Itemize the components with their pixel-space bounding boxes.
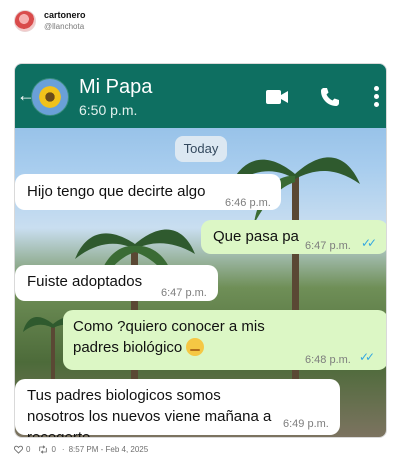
author-handle[interactable]: @llanchota — [44, 21, 86, 32]
chat-header: ← Mi Papa 6:50 p.m. — [15, 64, 386, 128]
message-outgoing[interactable]: Que pasa pa 6:47 p.m. ✓✓ — [201, 220, 386, 254]
tweet-footer: 0 0 · 8:57 PM - Feb 4, 2025 — [14, 445, 152, 454]
contact-avatar[interactable] — [31, 78, 69, 116]
phone-call-icon[interactable] — [320, 87, 340, 107]
message-time: 6:46 p.m. — [225, 197, 271, 209]
heart-icon[interactable] — [14, 445, 23, 454]
message-time: 6:47 p.m. — [161, 287, 207, 299]
retweet-count: 0 — [51, 445, 56, 454]
separator: · — [61, 445, 65, 454]
date-separator: Today — [175, 136, 227, 162]
sad-face-emoji-icon — [186, 338, 205, 357]
palm-tree-image — [75, 229, 195, 404]
contact-last-seen: 6:50 p.m. — [79, 102, 138, 118]
tweet-timestamp[interactable]: 8:57 PM - Feb 4, 2025 — [69, 445, 149, 454]
message-time: 6:49 p.m. — [283, 418, 329, 430]
avatar[interactable] — [14, 10, 36, 32]
message-text-content: Como ?quiero conocer a mis padres biológ… — [73, 318, 265, 356]
author-name[interactable]: cartonero — [44, 10, 86, 21]
message-text: Tus padres biologicos somos nosotros los… — [27, 387, 272, 438]
message-time: 6:48 p.m. — [305, 354, 351, 366]
retweet-icon[interactable] — [38, 445, 48, 454]
like-count: 0 — [26, 445, 31, 454]
contact-name[interactable]: Mi Papa — [79, 76, 152, 99]
message-outgoing[interactable]: Como ?quiero conocer a mis padres biológ… — [63, 310, 386, 370]
message-incoming[interactable]: Fuiste adoptados 6:47 p.m. — [15, 265, 218, 301]
author-block: cartonero @llanchota — [44, 10, 86, 32]
message-incoming[interactable]: Tus padres biologicos somos nosotros los… — [15, 379, 340, 438]
message-incoming[interactable]: Hijo tengo que decirte algo 6:46 p.m. — [15, 174, 281, 210]
back-arrow-icon[interactable]: ← — [17, 86, 35, 104]
more-options-icon[interactable] — [373, 86, 379, 108]
message-text: Como ?quiero conocer a mis padres biológ… — [73, 316, 313, 358]
chat-screenshot: ← Mi Papa 6:50 p.m. Today Hijo tengo que… — [14, 63, 387, 438]
tweet-header: cartonero @llanchota — [14, 10, 86, 32]
message-text: Que pasa pa — [213, 228, 299, 245]
read-receipt-icon: ✓✓ — [361, 236, 377, 250]
message-text: Hijo tengo que decirte algo — [27, 183, 206, 200]
video-call-icon[interactable] — [266, 90, 288, 104]
message-time: 6:47 p.m. — [305, 240, 351, 252]
read-receipt-icon: ✓✓ — [359, 350, 375, 364]
message-text: Fuiste adoptados — [27, 273, 143, 290]
